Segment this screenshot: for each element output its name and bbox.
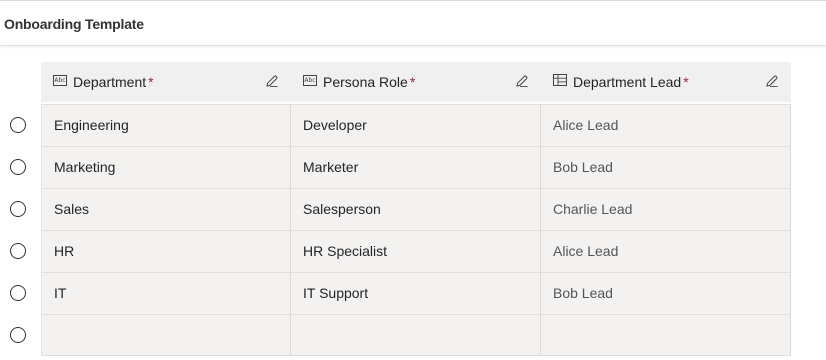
column-label: Persona Role [323, 74, 408, 90]
cell-persona-role[interactable]: HR Specialist [291, 230, 541, 272]
cell-department[interactable] [41, 314, 291, 356]
cell-persona-role[interactable]: IT Support [291, 272, 541, 314]
cell-persona-role[interactable] [291, 314, 541, 356]
row-select-radio[interactable] [10, 285, 26, 301]
column-label: Department Lead [573, 74, 682, 90]
cell-department[interactable]: Sales [41, 188, 291, 230]
column-header-department-lead[interactable]: Department Lead * [541, 62, 791, 102]
edit-pencil-icon[interactable] [515, 74, 529, 88]
abc-text-icon: Abc [53, 75, 67, 86]
row-select-radio[interactable] [10, 159, 26, 175]
abc-text-icon: Abc [303, 75, 317, 86]
page-title: Onboarding Template [4, 16, 144, 32]
table-row-empty[interactable] [0, 314, 791, 356]
cell-department-lead[interactable]: Alice Lead [541, 230, 791, 272]
table-row[interactable]: IT IT Support Bob Lead [0, 272, 791, 314]
lookup-table-icon [553, 74, 567, 86]
cell-department[interactable]: IT [41, 272, 291, 314]
row-select-radio[interactable] [10, 243, 26, 259]
cell-department[interactable]: Marketing [41, 146, 291, 188]
column-label: Department [73, 74, 147, 90]
row-select-radio[interactable] [10, 327, 26, 343]
cell-department-lead[interactable]: Bob Lead [541, 146, 791, 188]
cell-persona-role[interactable]: Developer [291, 104, 541, 146]
cell-department-lead[interactable] [541, 314, 791, 356]
table-row[interactable]: Marketing Marketer Bob Lead [0, 146, 791, 188]
cell-persona-role[interactable]: Salesperson [291, 188, 541, 230]
cell-department-lead[interactable]: Alice Lead [541, 104, 791, 146]
required-marker: * [409, 74, 416, 90]
row-select-radio[interactable] [10, 117, 26, 133]
edit-pencil-icon[interactable] [265, 74, 279, 88]
cell-department[interactable]: HR [41, 230, 291, 272]
table-row[interactable]: Sales Salesperson Charlie Lead [0, 188, 791, 230]
column-header-department[interactable]: Abc Department * [41, 62, 291, 102]
table-row[interactable]: HR HR Specialist Alice Lead [0, 230, 791, 272]
column-header-persona-role[interactable]: Abc Persona Role * [291, 62, 541, 102]
page-header: Onboarding Template [0, 3, 826, 46]
required-marker: * [148, 74, 154, 90]
required-marker: * [683, 74, 689, 90]
grid-header-row: Abc Department * Abc Persona Role * Depart… [41, 62, 791, 102]
cell-department[interactable]: Engineering [41, 104, 291, 146]
cell-department-lead[interactable]: Bob Lead [541, 272, 791, 314]
cell-persona-role[interactable]: Marketer [291, 146, 541, 188]
table-row[interactable]: Engineering Developer Alice Lead [0, 104, 791, 146]
cell-department-lead[interactable]: Charlie Lead [541, 188, 791, 230]
row-select-radio[interactable] [10, 201, 26, 217]
edit-pencil-icon[interactable] [765, 74, 779, 88]
